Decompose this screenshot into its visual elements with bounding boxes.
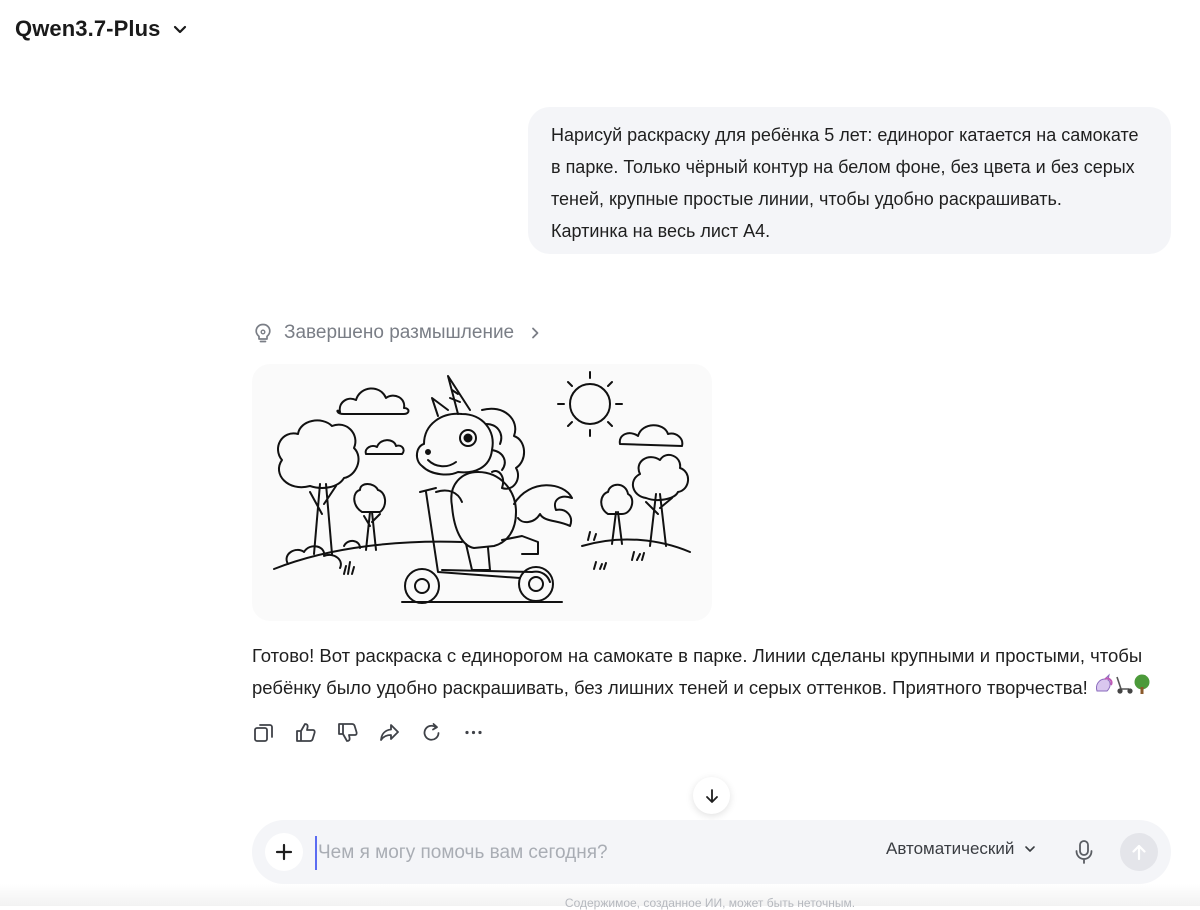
- user-message-line: Нарисуй раскраску для ребёнка 5 лет: еди…: [551, 125, 1139, 145]
- chevron-right-icon: [532, 327, 539, 339]
- arrow-down-icon: [705, 788, 718, 803]
- regenerate-icon[interactable]: [420, 721, 443, 744]
- generated-image[interactable]: [252, 364, 712, 621]
- thinking-toggle[interactable]: Завершено размышление: [252, 318, 542, 348]
- chevron-down-icon: [174, 25, 187, 34]
- share-icon[interactable]: [378, 721, 401, 744]
- tree-emoji: [1134, 674, 1150, 695]
- scooter-emoji: [1116, 676, 1133, 694]
- mode-label: Автоматический: [886, 839, 1015, 858]
- chevron-down-icon: [1025, 846, 1036, 852]
- microphone-icon[interactable]: [1072, 839, 1096, 865]
- assistant-message: Готово! Вот раскраска с единорогом на са…: [252, 640, 1182, 705]
- message-input[interactable]: [315, 836, 860, 870]
- scroll-to-bottom-button[interactable]: [693, 777, 730, 814]
- thumbs-down-icon[interactable]: [336, 721, 359, 744]
- message-actions: [252, 721, 485, 744]
- thinking-label: Завершено размышление: [284, 322, 515, 343]
- user-message-line: в парке. Только чёрный контур на белом ф…: [551, 157, 1135, 177]
- thumbs-up-icon[interactable]: [294, 721, 317, 744]
- more-icon[interactable]: [462, 721, 485, 744]
- assistant-message-line: Готово! Вот раскраска с единорогом на са…: [252, 645, 1143, 666]
- user-message: Нарисуй раскраску для ребёнка 5 лет: еди…: [528, 107, 1171, 254]
- unicorn-emoji: [1095, 673, 1113, 692]
- model-name: Qwen3.7-Plus: [15, 16, 161, 41]
- assistant-message-line: ребёнку было удобно раскрашивать, без ли…: [252, 677, 1088, 698]
- arrow-up-icon: [1132, 844, 1146, 861]
- plus-icon: [275, 843, 293, 861]
- mode-selector[interactable]: Автоматический: [886, 839, 1036, 859]
- lightbulb-icon: [255, 323, 271, 343]
- user-message-line: теней, крупные простые линии, чтобы удоб…: [551, 189, 1062, 209]
- message-composer: Автоматический: [252, 820, 1171, 884]
- user-message-line: Картинка на весь лист А4.: [551, 221, 771, 241]
- copy-icon[interactable]: [252, 721, 275, 744]
- unicorn-coloring-illustration: [273, 371, 691, 604]
- ai-disclaimer: Содержимое, созданное ИИ, может быть нет…: [564, 896, 856, 910]
- emoji-group: [1093, 673, 1151, 705]
- attach-button[interactable]: [265, 833, 303, 871]
- model-selector[interactable]: Qwen3.7-Plus: [15, 14, 188, 44]
- send-button[interactable]: [1120, 833, 1158, 871]
